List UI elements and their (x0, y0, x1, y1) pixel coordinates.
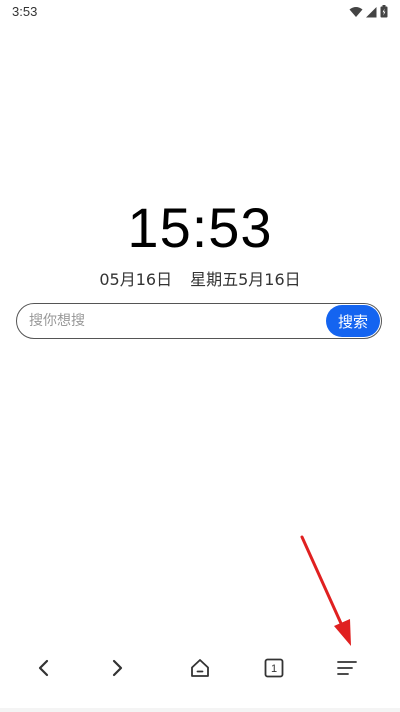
gesture-bar (0, 708, 400, 712)
forward-button[interactable] (97, 650, 137, 686)
status-time: 3:53 (12, 4, 38, 19)
menu-icon (337, 661, 357, 675)
battery-icon (380, 5, 388, 18)
tab-count: 1 (271, 663, 277, 675)
back-button[interactable] (24, 650, 64, 686)
search-button[interactable]: 搜索 (326, 305, 380, 337)
home-icon (191, 659, 209, 677)
search-input[interactable] (29, 304, 319, 338)
back-icon (38, 659, 49, 677)
menu-button[interactable] (327, 650, 367, 686)
search-box: 搜索 (16, 303, 382, 339)
tabs-icon: 1 (264, 658, 284, 678)
status-bar: 3:53 (0, 0, 400, 24)
clock-time: 15:53 (127, 196, 273, 259)
date-text: 05月16日 (99, 270, 173, 289)
status-icons (349, 5, 388, 18)
signal-icon (366, 6, 377, 17)
annotation-arrow (300, 535, 351, 646)
wifi-icon (349, 6, 363, 17)
tabs-button[interactable]: 1 (254, 650, 294, 686)
weekday-date-text: 星期五5月16日 (190, 270, 301, 289)
arrow-shaft (300, 535, 346, 632)
bottom-nav: 1 (0, 640, 400, 696)
forward-icon (112, 659, 123, 677)
date-row: 05月16日 星期五5月16日 (0, 266, 400, 290)
home-button[interactable] (180, 650, 220, 686)
